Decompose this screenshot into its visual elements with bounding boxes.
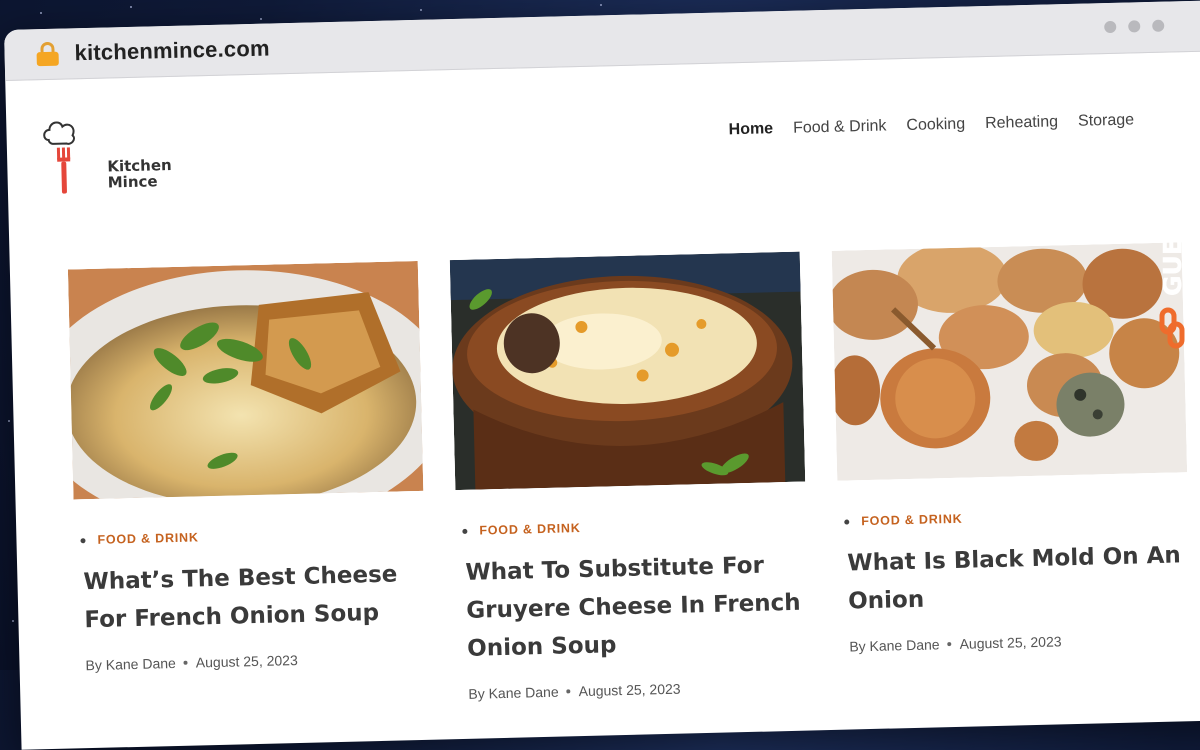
link-chain-icon <box>1159 307 1185 349</box>
url-text[interactable]: kitchenmince.com <box>74 36 270 67</box>
nav-item-food-drink[interactable]: Food & Drink <box>793 117 887 137</box>
post-card: FOOD & DRINK What To Substitute For Gruy… <box>449 251 811 702</box>
page-content: Kitchen Mince Home Food & Drink Cooking … <box>5 51 1200 750</box>
window-controls <box>1104 19 1165 34</box>
post-image-moldy-shallots[interactable] <box>831 242 1188 481</box>
post-category[interactable]: FOOD & DRINK <box>456 516 806 539</box>
watermark-text: GUESTPOSTLINKS <box>1158 56 1187 296</box>
nav-item-home[interactable]: Home <box>728 120 773 139</box>
post-image-onion-soup-crock[interactable] <box>449 251 806 491</box>
post-title[interactable]: What Is Black Mold On An Onion <box>839 536 1191 621</box>
post-title[interactable]: What To Substitute For Gruyere Cheese In… <box>457 546 810 669</box>
logo-text-line2: Mince <box>107 172 158 192</box>
post-card: FOOD & DRINK What Is Black Mold On An On… <box>831 242 1192 655</box>
window-dot-icon[interactable] <box>1152 19 1165 32</box>
post-card: FOOD & DRINK What’s The Best Cheese For … <box>67 260 428 673</box>
post-category[interactable]: FOOD & DRINK <box>838 506 1188 529</box>
post-date: August 25, 2023 <box>959 633 1062 652</box>
meta-separator-icon <box>947 642 952 647</box>
nav-item-reheating[interactable]: Reheating <box>985 113 1058 133</box>
chef-hat-fork-icon <box>43 121 75 194</box>
post-title[interactable]: What’s The Best Cheese For French Onion … <box>75 555 427 640</box>
main-nav: Home Food & Drink Cooking Reheating Stor… <box>728 111 1134 139</box>
post-author[interactable]: By Kane Dane <box>85 655 176 673</box>
nav-item-cooking[interactable]: Cooking <box>906 116 965 135</box>
meta-separator-icon <box>183 660 188 665</box>
window-dot-icon[interactable] <box>1128 20 1141 33</box>
meta-separator-icon <box>566 689 571 694</box>
post-date: August 25, 2023 <box>578 680 681 700</box>
browser-window: kitchenmince.com Kitchen Mince Home Food… <box>4 0 1200 750</box>
post-date: August 25, 2023 <box>195 652 298 671</box>
lock-icon <box>36 41 59 67</box>
post-category[interactable]: FOOD & DRINK <box>74 525 424 548</box>
post-image-onion-soup-cheese-toast[interactable] <box>67 260 424 500</box>
window-dot-icon[interactable] <box>1104 20 1117 34</box>
post-meta: By Kane Dane August 25, 2023 <box>841 630 1191 655</box>
guestpostlinks-watermark: GUESTPOSTLINKS <box>1148 45 1194 356</box>
nav-item-storage[interactable]: Storage <box>1078 111 1134 130</box>
post-meta: By Kane Dane August 25, 2023 <box>460 677 810 702</box>
post-author[interactable]: By Kane Dane <box>468 684 559 702</box>
post-author[interactable]: By Kane Dane <box>849 636 940 654</box>
site-logo[interactable]: Kitchen Mince <box>40 115 172 198</box>
